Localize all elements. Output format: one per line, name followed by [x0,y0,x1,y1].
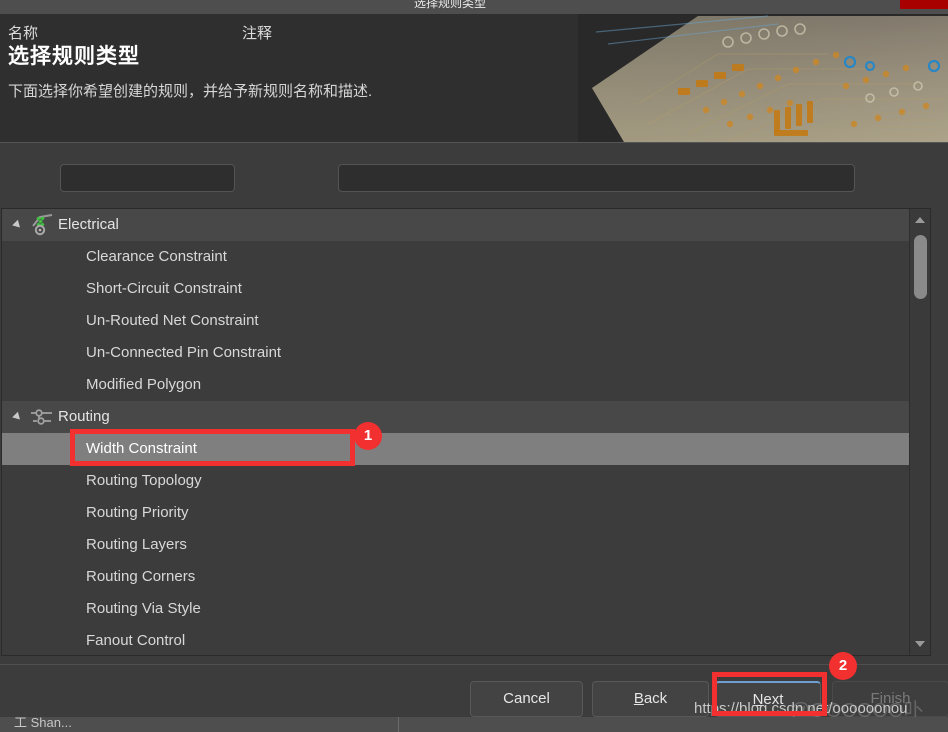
electrical-rule-icon [30,214,54,236]
name-input[interactable] [60,164,235,192]
scrollbar-thumb[interactable] [914,235,927,299]
tree-item[interactable]: Short-Circuit Constraint [2,273,930,305]
tree-item[interactable]: Clearance Constraint [2,241,930,273]
page-subtitle: 下面选择你希望创建的规则，并给予新规则名称和描述. [8,83,373,100]
back-label-rest: ack [643,690,668,707]
triangle-expanded-icon[interactable] [12,411,23,423]
tree-group-electrical[interactable]: Electrical [2,209,930,241]
triangle-expanded-icon[interactable] [12,219,23,231]
tree-item[interactable]: Un-Routed Net Constraint [2,305,930,337]
next-button[interactable]: Next [715,681,821,717]
tree-item[interactable]: Routing Layers [2,529,930,561]
tree-item[interactable]: Modified Polygon [2,369,930,401]
tree-vertical-scrollbar[interactable] [909,209,930,655]
annotation-badge-1: 1 [354,422,382,450]
new-rule-wizard-dialog: 选择规则类型 选择规则类型 下面选择你希望创建的规则，并给予新规则名称和描述. … [0,0,948,732]
tree-item[interactable]: Routing Topology [2,465,930,497]
comment-input[interactable] [338,164,855,192]
tree-item[interactable]: Fanout Control [2,625,930,655]
tree-item[interactable]: Un-Connected Pin Constraint [2,337,930,369]
title-bar: 选择规则类型 [0,0,948,14]
next-accel-letter: N [752,691,764,708]
name-label: 名称 [8,25,39,42]
next-label-rest: ext [763,691,784,708]
scroll-down-arrow-icon[interactable] [910,635,931,653]
bottom-strip: 工 Shan... [0,717,948,732]
routing-rule-icon [30,406,54,428]
tree-item[interactable]: Routing Priority [2,497,930,529]
tree-group-label: Routing [58,408,110,425]
back-button[interactable]: Back [592,681,709,717]
bottom-strip-divider [398,717,399,732]
pcb-circuit-board-image [578,14,948,142]
bottom-strip-text: 工 Shan... [14,717,72,730]
window-title: 选择规则类型 [413,0,486,10]
rule-type-tree[interactable]: Electrical Clearance Constraint Short-Ci… [1,208,931,656]
tree-group-routing[interactable]: Routing [2,401,930,433]
finish-button: Finish [832,681,948,717]
tree-group-label: Electrical [58,216,119,233]
page-title: 选择规则类型 [8,45,140,68]
annotation-badge-2: 2 [829,652,857,680]
wizard-header: 选择规则类型 下面选择你希望创建的规则，并给予新规则名称和描述. [0,14,948,142]
comment-label: 注释 [242,25,273,42]
tree-item[interactable]: Routing Corners [2,561,930,593]
tree-item-width-constraint[interactable]: Width Constraint [2,433,930,465]
close-icon[interactable] [900,0,948,9]
cancel-button[interactable]: Cancel [470,681,583,717]
back-accel-letter: B [633,690,644,707]
scroll-up-arrow-icon[interactable] [910,211,931,229]
tree-item[interactable]: Routing Via Style [2,593,930,625]
